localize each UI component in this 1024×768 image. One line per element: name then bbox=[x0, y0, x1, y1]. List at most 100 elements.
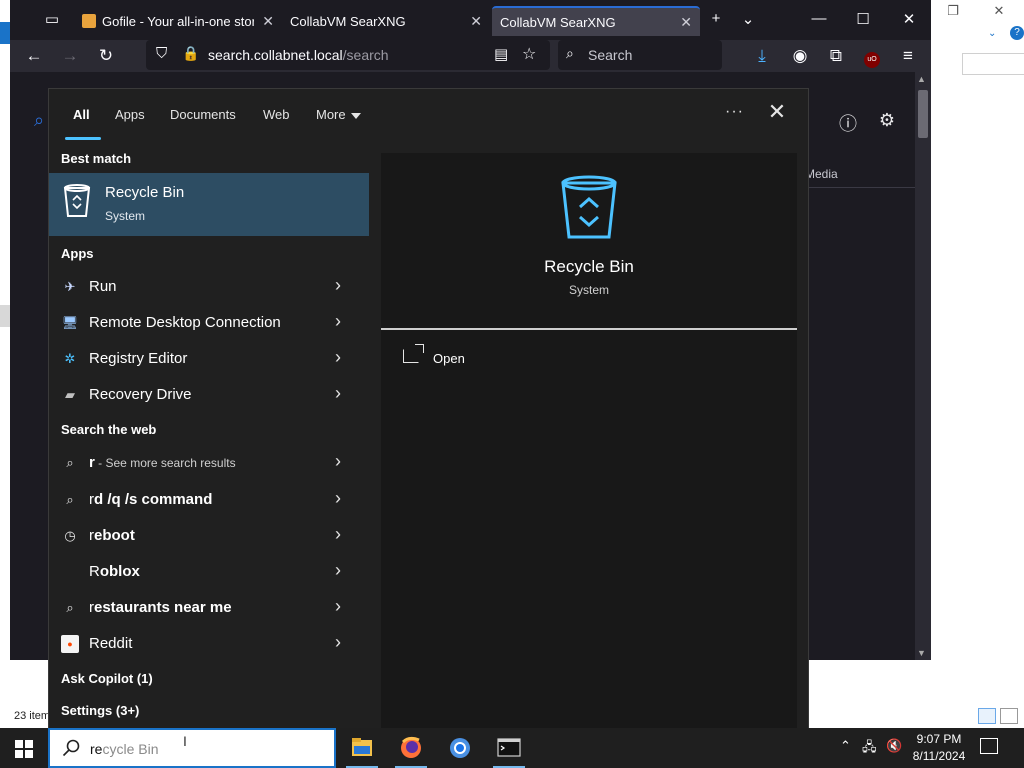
app-item-recovery-drive[interactable]: ▰ Recovery Drive › bbox=[49, 377, 369, 413]
explorer-left-edge bbox=[0, 0, 10, 660]
firefox-taskbar-button[interactable] bbox=[387, 728, 435, 768]
scroll-down-icon[interactable]: ▼ bbox=[917, 648, 926, 658]
info-icon[interactable]: ⓘ bbox=[835, 110, 861, 136]
web-item-reboot[interactable]: ◷ reboot › bbox=[49, 518, 369, 554]
explorer-close-icon[interactable]: ✕ bbox=[984, 0, 1014, 22]
explorer-view-switcher[interactable] bbox=[978, 708, 1024, 724]
maximize-icon[interactable]: ☐ bbox=[848, 10, 878, 28]
tab-more-label: More bbox=[316, 107, 346, 122]
web-label: restaurants near me bbox=[89, 599, 232, 616]
chevron-right-icon[interactable]: › bbox=[335, 524, 341, 545]
window-close-icon[interactable]: ✕ bbox=[894, 10, 924, 28]
scrollbar-thumb[interactable] bbox=[918, 90, 928, 138]
recovery-drive-icon: ▰ bbox=[65, 387, 75, 402]
search-icon: ⌕ bbox=[566, 45, 574, 61]
explorer-search-input[interactable]: ⌕ bbox=[962, 53, 1024, 75]
settings-heading[interactable]: Settings (3+) bbox=[61, 703, 139, 718]
close-tab-icon[interactable]: ✕ bbox=[680, 14, 692, 31]
terminal-taskbar-button[interactable] bbox=[485, 728, 533, 768]
folder-icon bbox=[352, 738, 372, 756]
explorer-help-icon[interactable]: ? bbox=[1010, 26, 1024, 40]
file-explorer-taskbar-button[interactable] bbox=[338, 728, 386, 768]
tab-searxng-1[interactable]: CollabVM SearXNG ✕ bbox=[282, 6, 490, 36]
more-options-icon[interactable]: ··· bbox=[725, 103, 744, 121]
url-host: search.collabnet.local bbox=[208, 47, 343, 63]
text-cursor-icon: I bbox=[183, 733, 187, 749]
reader-view-icon[interactable]: ▤ bbox=[494, 45, 508, 63]
web-item-rd-command[interactable]: ⌕ rd /q /s command › bbox=[49, 482, 369, 518]
recycle-bin-icon bbox=[63, 184, 91, 217]
app-item-run[interactable]: ✈ Run › bbox=[49, 269, 369, 305]
downloads-icon[interactable]: ⤓ bbox=[750, 45, 774, 67]
explorer-restore-icon[interactable]: ❐ bbox=[938, 0, 968, 22]
explorer-left-accent bbox=[0, 22, 10, 44]
taskbar-search-input[interactable]: recycle Bin I bbox=[48, 728, 336, 768]
account-icon[interactable]: ◉ bbox=[788, 45, 812, 67]
tab-gofile[interactable]: Gofile - Your all-in-one stora ✕ bbox=[74, 6, 282, 36]
bookmark-star-icon[interactable]: ☆ bbox=[522, 44, 536, 64]
volume-muted-icon[interactable]: 🔇 bbox=[886, 738, 902, 768]
chevron-right-icon[interactable]: › bbox=[335, 596, 341, 617]
ask-copilot-heading[interactable]: Ask Copilot (1) bbox=[61, 671, 153, 686]
tab-web[interactable]: Web bbox=[263, 107, 290, 122]
lock-icon[interactable]: 🔒 bbox=[182, 45, 199, 62]
web-item-restaurants[interactable]: ⌕ restaurants near me › bbox=[49, 590, 369, 626]
tab-searxng-2[interactable]: CollabVM SearXNG ✕ bbox=[492, 6, 700, 36]
close-icon[interactable]: ✕ bbox=[765, 101, 789, 123]
scroll-up-icon[interactable]: ▲ bbox=[917, 74, 926, 84]
back-icon[interactable]: ← bbox=[22, 45, 46, 67]
tab-apps[interactable]: Apps bbox=[115, 107, 145, 122]
tab-all[interactable]: All bbox=[73, 107, 90, 122]
menu-icon[interactable]: ≡ bbox=[896, 45, 920, 67]
chevron-right-icon[interactable]: › bbox=[335, 275, 341, 296]
url-text[interactable]: search.collabnet.local/search bbox=[208, 47, 389, 63]
page-scrollbar[interactable]: ▲ ▼ bbox=[915, 72, 931, 660]
browser-search-input[interactable]: ⌕ Search bbox=[558, 40, 722, 70]
start-button[interactable] bbox=[0, 728, 48, 768]
web-item-see-more[interactable]: ⌕ r - See more search results › bbox=[49, 445, 369, 481]
chevron-right-icon[interactable]: › bbox=[335, 311, 341, 332]
chrome-taskbar-button[interactable] bbox=[436, 728, 484, 768]
settings-gear-icon[interactable]: ⚙ bbox=[874, 110, 900, 136]
details-view-icon[interactable] bbox=[978, 708, 996, 724]
reload-icon[interactable]: ↻ bbox=[94, 45, 118, 67]
app-label: Run bbox=[89, 278, 117, 295]
tab-list-icon[interactable]: ▭ bbox=[40, 10, 64, 32]
web-item-reddit[interactable]: ● Reddit › bbox=[49, 626, 369, 662]
explorer-left-item bbox=[0, 305, 10, 327]
forward-icon[interactable]: → bbox=[58, 45, 82, 67]
notification-center-icon[interactable] bbox=[980, 738, 998, 754]
address-bar[interactable]: ⛉ 🔒 search.collabnet.local/search ▤ ☆ bbox=[146, 40, 550, 70]
tab-overflow-icon[interactable]: ⌄ bbox=[736, 10, 760, 32]
chevron-right-icon[interactable]: › bbox=[335, 560, 341, 581]
chevron-right-icon[interactable]: › bbox=[335, 347, 341, 368]
chevron-right-icon[interactable]: › bbox=[335, 488, 341, 509]
shield-icon[interactable]: ⛉ bbox=[156, 45, 167, 62]
taskbar: recycle Bin I ⌃ 🖧 🔇 9:07 PM 8/11/2024 bbox=[0, 728, 1024, 768]
chevron-right-icon[interactable]: › bbox=[335, 383, 341, 404]
close-tab-icon[interactable]: ✕ bbox=[470, 13, 482, 30]
large-icons-view-icon[interactable] bbox=[1000, 708, 1018, 724]
web-item-roblox[interactable]: Roblox › bbox=[49, 554, 369, 590]
chevron-right-icon[interactable]: › bbox=[335, 632, 341, 653]
best-match-item[interactable]: Recycle Bin System bbox=[49, 173, 369, 236]
minimize-icon[interactable]: — bbox=[804, 10, 834, 27]
extensions-icon[interactable]: ⧉ bbox=[824, 45, 848, 67]
caret-down-icon bbox=[350, 112, 361, 119]
app-item-registry-editor[interactable]: ✲ Registry Editor › bbox=[49, 341, 369, 377]
tab-documents[interactable]: Documents bbox=[170, 107, 236, 122]
tab-media[interactable]: Media bbox=[805, 167, 838, 181]
recycle-bin-large-icon bbox=[561, 175, 617, 239]
new-tab-icon[interactable]: + bbox=[704, 10, 728, 32]
tab-more[interactable]: More bbox=[316, 107, 361, 122]
network-icon[interactable]: 🖧 bbox=[862, 738, 877, 768]
ublock-icon[interactable]: uO bbox=[860, 45, 884, 68]
chevron-right-icon[interactable]: › bbox=[335, 451, 341, 472]
search-typed-text: re bbox=[90, 741, 103, 757]
app-item-remote-desktop[interactable]: 🖥 Remote Desktop Connection › bbox=[49, 305, 369, 341]
tray-overflow-icon[interactable]: ⌃ bbox=[840, 738, 851, 768]
clock[interactable]: 9:07 PM 8/11/2024 bbox=[906, 731, 972, 765]
close-tab-icon[interactable]: ✕ bbox=[262, 13, 274, 30]
search-filter-tabs: All Apps Documents Web More ··· ✕ bbox=[49, 89, 809, 141]
explorer-expand-icon[interactable]: ⌄ bbox=[988, 28, 996, 39]
